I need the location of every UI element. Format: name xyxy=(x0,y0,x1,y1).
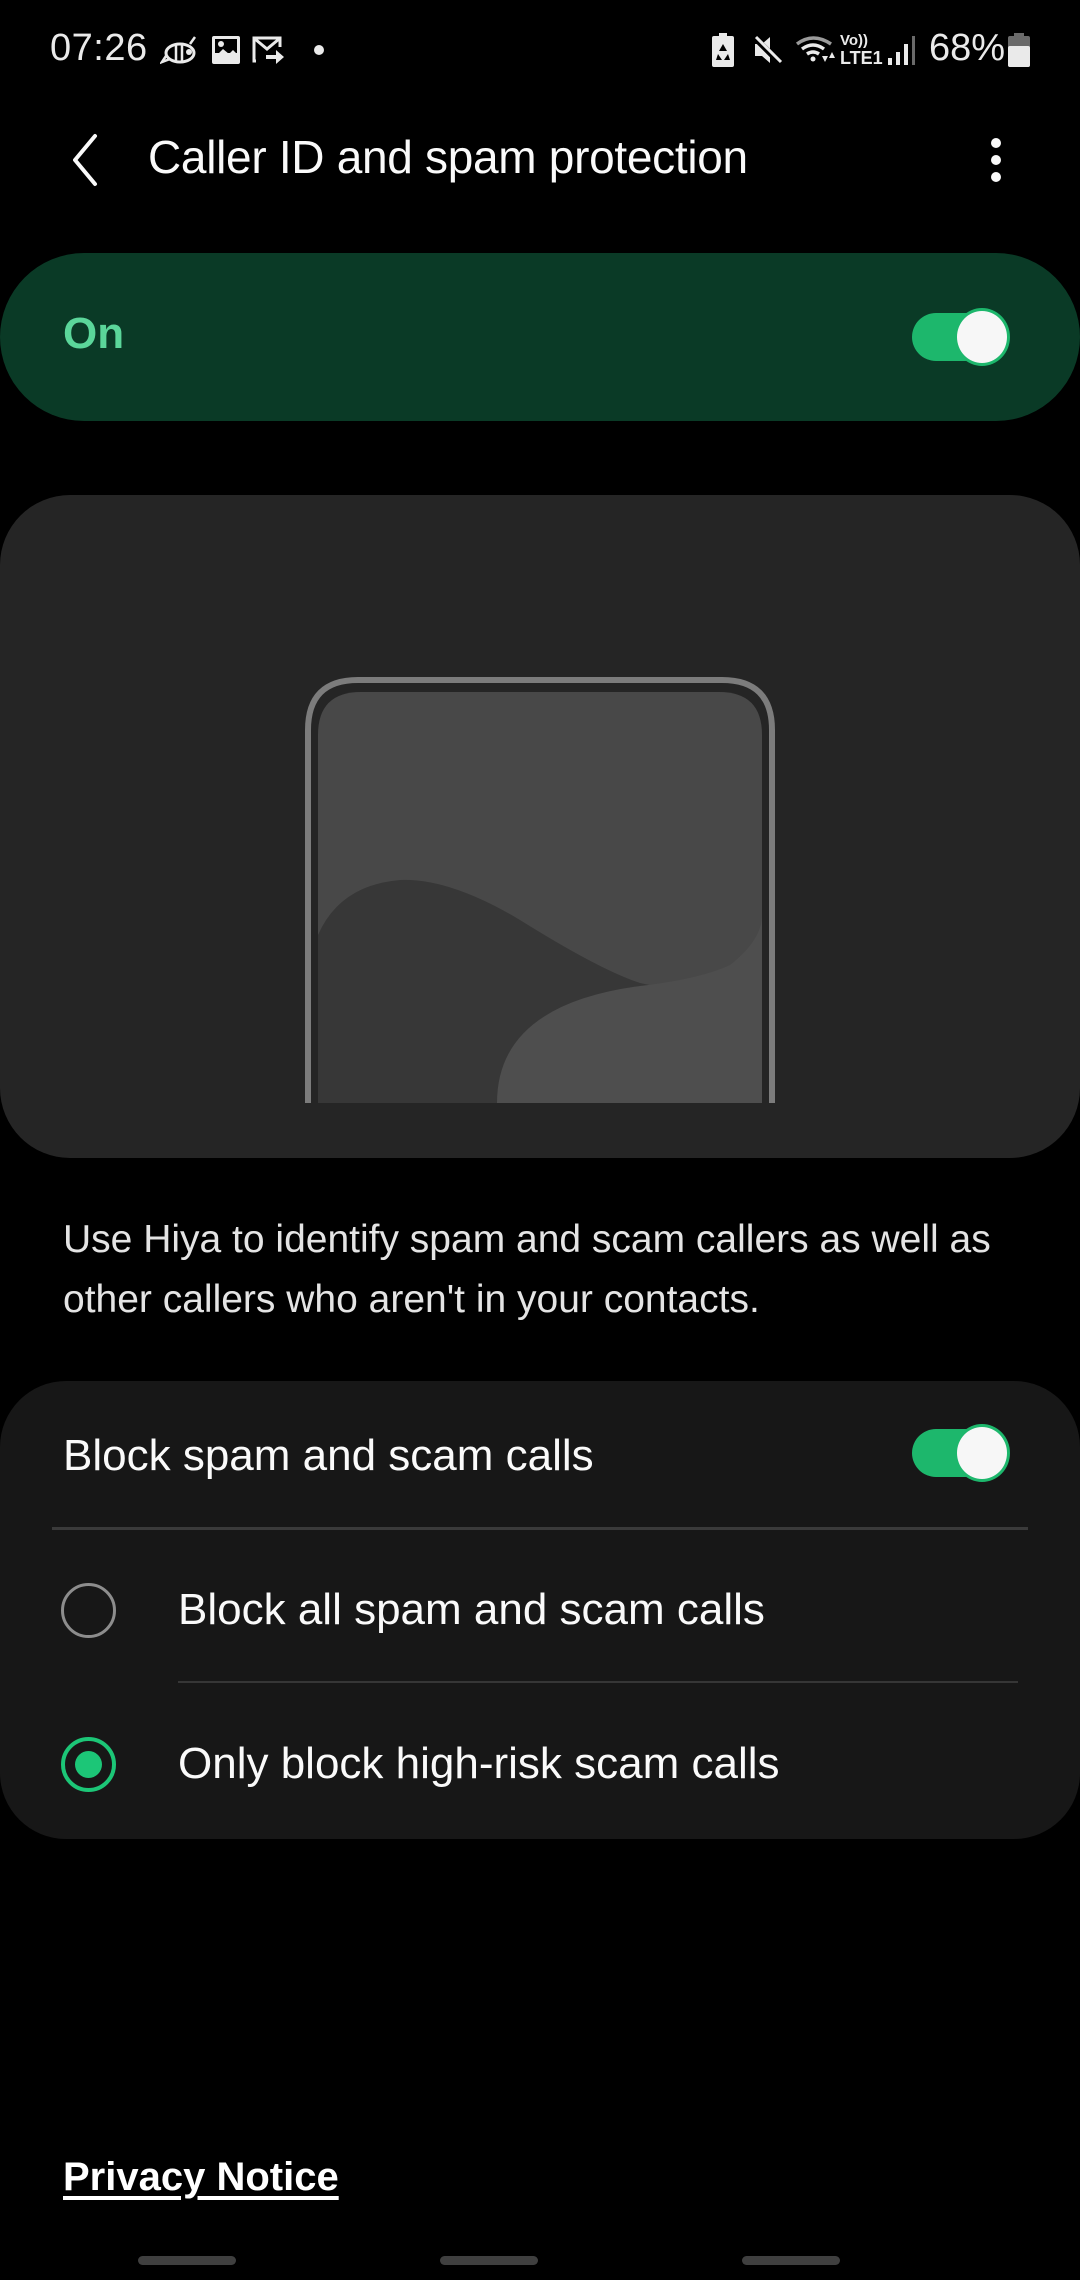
illustration-card xyxy=(0,495,1080,1158)
divider xyxy=(52,1527,1028,1530)
bee-app-icon xyxy=(160,30,198,70)
lte-label: LTE1 xyxy=(840,48,883,68)
more-vertical-icon xyxy=(991,138,1001,182)
gallery-icon xyxy=(210,30,242,70)
page-title: Caller ID and spam protection xyxy=(148,131,748,183)
radio-option-high-risk-only[interactable]: Only block high-risk scam calls xyxy=(0,1683,1080,1833)
battery-percentage: 68% xyxy=(929,27,1006,69)
toggle-thumb xyxy=(954,1424,1010,1482)
back-chevron-icon xyxy=(73,134,97,186)
toggle-thumb xyxy=(954,308,1010,366)
feature-description: Use Hiya to identify spam and scam calle… xyxy=(63,1218,991,1321)
volte-label: Vo)) xyxy=(840,32,869,49)
nav-recents-button[interactable] xyxy=(138,2256,236,2265)
block-spam-toggle-row[interactable]: Block spam and scam calls xyxy=(0,1381,1080,1529)
master-switch-label: On xyxy=(63,309,125,358)
mail-forward-icon xyxy=(252,30,286,70)
signal-icon xyxy=(886,30,916,70)
battery-saver-icon xyxy=(711,30,735,70)
radio-button-selected[interactable] xyxy=(61,1737,116,1792)
back-button[interactable] xyxy=(52,128,116,192)
master-toggle[interactable] xyxy=(912,308,1010,366)
volte-lte-icon: Vo)) LTE1 xyxy=(840,30,884,70)
phone-outline-illustration xyxy=(305,677,775,1158)
app-bar: Caller ID and spam protection xyxy=(0,110,1080,210)
battery-icon xyxy=(1007,30,1031,70)
wifi-data-icon xyxy=(795,30,837,70)
master-switch-bar[interactable]: On xyxy=(0,253,1080,421)
block-settings-card: Block spam and scam calls Block all spam… xyxy=(0,1381,1080,1839)
privacy-notice-link[interactable]: Privacy Notice xyxy=(63,2155,339,2200)
navigation-bar xyxy=(0,2250,1080,2280)
status-time: 07:26 xyxy=(50,27,148,69)
more-options-button[interactable] xyxy=(966,128,1026,192)
block-spam-toggle[interactable] xyxy=(912,1424,1010,1482)
nav-back-button[interactable] xyxy=(742,2256,840,2265)
mute-icon xyxy=(752,30,784,70)
notification-dot-icon xyxy=(312,30,326,70)
radio-option-label: Block all spam and scam calls xyxy=(178,1585,765,1634)
battery-fill xyxy=(1008,46,1030,67)
radio-button-unselected[interactable] xyxy=(61,1583,116,1638)
nav-home-button[interactable] xyxy=(440,2256,538,2265)
radio-selected-dot xyxy=(75,1751,102,1778)
status-bar: 07:26 Vo)) LTE1 68% xyxy=(0,0,1080,100)
radio-option-label: Only block high-risk scam calls xyxy=(178,1739,780,1788)
block-spam-label: Block spam and scam calls xyxy=(63,1431,594,1480)
radio-option-block-all[interactable]: Block all spam and scam calls xyxy=(0,1531,1080,1681)
